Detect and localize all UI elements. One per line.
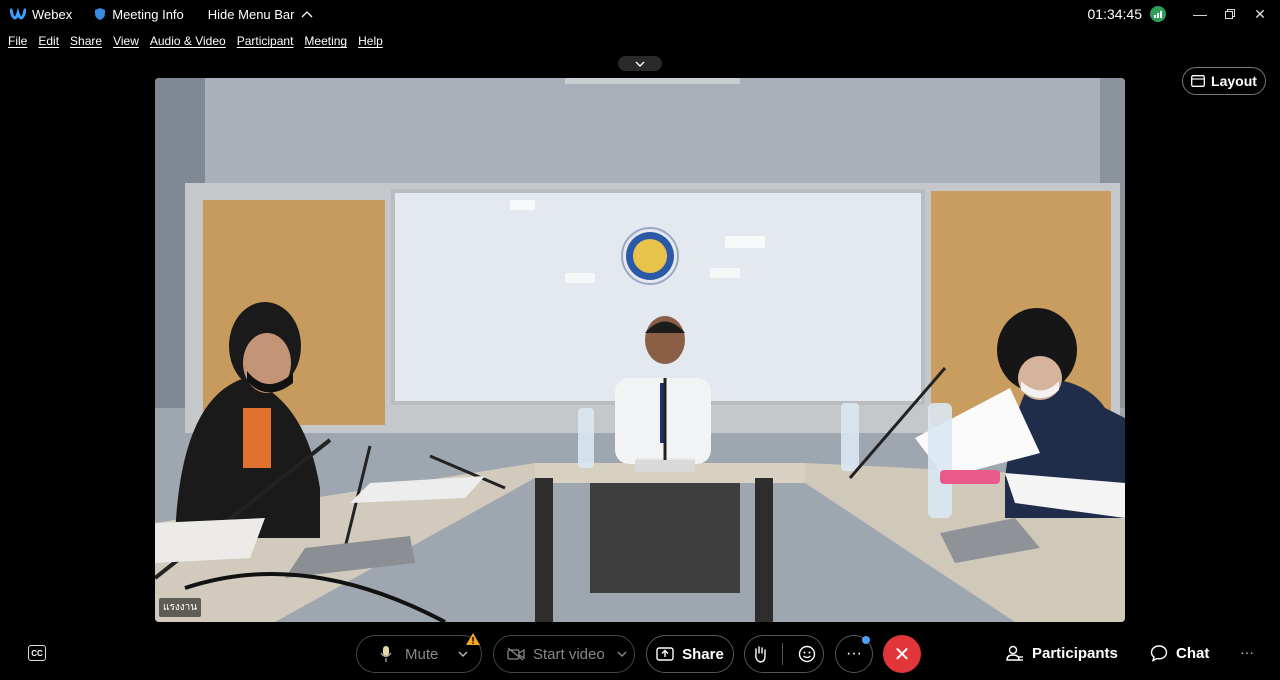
minimize-icon[interactable]: — <box>1186 0 1214 28</box>
meeting-info-button[interactable]: Meeting Info <box>90 0 188 28</box>
mute-options-chevron-icon[interactable] <box>458 651 468 657</box>
chevron-down-icon <box>635 61 645 67</box>
chat-button[interactable]: Chat <box>1150 644 1209 662</box>
chevron-up-icon <box>301 11 312 18</box>
reactions-divider <box>781 643 783 665</box>
participant-name-tag: แรงงาน <box>159 598 202 617</box>
participants-label: Participants <box>1032 644 1118 662</box>
share-label: Share <box>682 645 724 663</box>
menu-view[interactable]: View <box>113 34 139 48</box>
share-button[interactable]: Share <box>646 635 734 673</box>
raise-hand-icon[interactable] <box>753 645 767 663</box>
restore-icon[interactable] <box>1216 0 1244 28</box>
menu-edit[interactable]: Edit <box>38 34 59 48</box>
network-health-icon[interactable] <box>1150 6 1166 22</box>
hide-menu-bar-button[interactable]: Hide Menu Bar <box>204 0 317 28</box>
meeting-room-video <box>155 78 1125 622</box>
meeting-timer: 01:34:45 <box>1087 6 1143 22</box>
reactions-group <box>744 635 824 673</box>
layout-icon <box>1191 75 1205 87</box>
menu-help[interactable]: Help <box>358 34 383 48</box>
notification-dot <box>862 636 870 644</box>
close-icon[interactable]: ✕ <box>1246 0 1274 28</box>
collapse-toolbar-button[interactable] <box>618 56 662 71</box>
chat-label: Chat <box>1176 644 1210 662</box>
layout-button[interactable]: Layout <box>1182 67 1266 95</box>
meeting-info-label: Meeting Info <box>112 6 184 22</box>
end-call-button[interactable]: ✕ <box>883 635 921 673</box>
shield-icon <box>95 8 106 20</box>
menu-bar: File Edit Share View Audio & Video Parti… <box>0 30 386 52</box>
title-bar: Webex Meeting Info Hide Menu Bar 01:34:4… <box>0 0 1280 28</box>
menu-meeting[interactable]: Meeting <box>304 34 347 48</box>
app-title: Webex <box>6 0 76 28</box>
start-video-button[interactable]: Start video <box>493 635 635 673</box>
video-off-icon <box>507 647 525 661</box>
menu-audio-video[interactable]: Audio & Video <box>150 34 226 48</box>
overflow-menu-button[interactable]: ··· <box>1240 644 1254 660</box>
closed-captions-button[interactable]: CC <box>28 645 46 661</box>
reactions-icon[interactable] <box>798 645 816 663</box>
participants-button[interactable]: Participants <box>1006 644 1118 662</box>
mute-button[interactable]: Mute <box>356 635 482 673</box>
app-name: Webex <box>32 6 73 22</box>
video-feed: แรงงาน <box>155 78 1125 622</box>
start-video-label: Start video <box>533 645 605 663</box>
menu-file[interactable]: File <box>8 34 27 48</box>
webex-logo-icon <box>10 7 26 20</box>
more-options-label: ··· <box>846 645 862 662</box>
end-call-icon: ✕ <box>893 643 911 666</box>
participants-icon <box>1006 645 1023 661</box>
warning-icon <box>466 633 480 645</box>
video-options-chevron-icon[interactable] <box>617 651 627 657</box>
chat-icon <box>1150 645 1168 662</box>
share-screen-icon <box>656 647 674 661</box>
menu-share[interactable]: Share <box>70 34 102 48</box>
menu-participant[interactable]: Participant <box>237 34 294 48</box>
mute-label: Mute <box>405 645 439 663</box>
layout-label: Layout <box>1211 73 1257 89</box>
hide-menu-bar-label: Hide Menu Bar <box>207 6 295 22</box>
microphone-icon <box>380 646 392 662</box>
